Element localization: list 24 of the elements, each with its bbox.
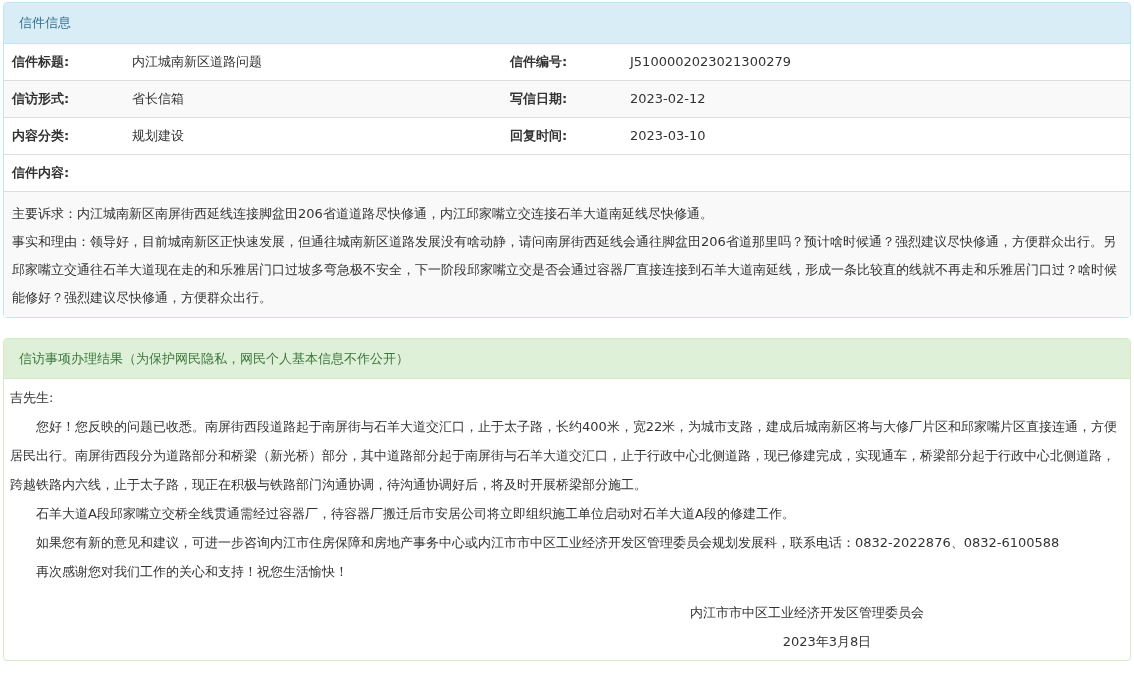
content-paragraph: 事实和理由：领导好，目前城南新区正快速发展，但通往城南新区道路发展没有啥动静，请问南屏街西延线会通往脚盆田206省道那里吗？预计啥时候通？强烈建议尽快修通，方便群众出行。另邱家嘴立交通往石羊大道现在走的和乐雅居门口过坡多弯急极不安全，下一阶段邱家嘴立交是否会通过容器厂直接连接到石羊大道南延线，形成一条比较直的线就不再走和乐雅居门口过？啥时候能修好？强烈建议尽快修通，方便群众出行。 <box>12 232 1118 307</box>
field-label: 信件编号: <box>508 52 569 71</box>
field-label: 信件内容: <box>10 163 71 182</box>
reply-paragraph: 您好！您反映的问题已收悉。南屏街西段道路起于南屏街与石羊大道交汇口，止于太子路，长约400米，宽22米，为城市支路，建成后城南新区将与大修厂片区和邱家嘴片区直接连通，方便居民出行。南屏街西段分为道路部分和桥梁（新光桥）部分，其中道路部分起于南屏街与石羊大道交汇口，止于行政中心北侧道路，现已修建完成，实现通车，桥梁部分起于行政中心北侧道路，跨越铁路内六线，止于太子路，现正在积极与铁路部门沟通协调，待沟通协调好后，将及时开展桥梁部分施工。 <box>10 418 1119 494</box>
field-value: 2023-02-12 <box>629 89 707 108</box>
field-value: 省长信箱 <box>131 89 185 108</box>
reply-paragraph: 再次感谢您对我们工作的关心和支持！祝您生活愉快！ <box>35 563 349 581</box>
panel-heading: 信访事项办理结果（为保护网民隐私，网民个人基本信息不作公开） <box>4 338 1130 379</box>
field-value: 2023-03-10 <box>629 126 707 145</box>
reply-paragraph: 如果您有新的意见和建议，可进一步咨询内江市住房保障和房地产事务中心或内江市市中区工业经济开发区管理委员会规划发展科，联系电话：0832-2022876、0832-6100588 <box>35 534 1061 552</box>
field-value: J5100002023021300279 <box>628 52 792 71</box>
greeting-text: 吉先生: <box>10 389 55 407</box>
field-value: 规划建设 <box>131 126 185 145</box>
reply-paragraph: 石羊大道A段邱家嘴立交桥全线贯通需经过容器厂，待容器厂搬迁后市安居公司将立即组织施工单位启动对石羊大道A段的修建工作。 <box>35 505 796 523</box>
field-label: 写信日期: <box>509 89 569 108</box>
field-label: 回复时间: <box>509 126 569 145</box>
field-value: 内江城南新区道路问题 <box>131 52 263 71</box>
panel-heading: 信件信息 <box>4 3 1130 44</box>
field-label: 内容分类: <box>11 126 71 145</box>
field-label: 信访形式: <box>10 89 71 108</box>
content-paragraph: 主要诉求：内江城南新区南屏街西延线连接脚盆田206省道道路尽快修通，内江邱家嘴立交连接石羊大道南延线尽快修通。 <box>12 204 714 223</box>
date-text: 2023年3月8日 <box>781 633 873 651</box>
field-label: 信件标题: <box>10 52 71 71</box>
signature-text: 内江市市中区工业经济开发区管理委员会 <box>690 604 924 622</box>
